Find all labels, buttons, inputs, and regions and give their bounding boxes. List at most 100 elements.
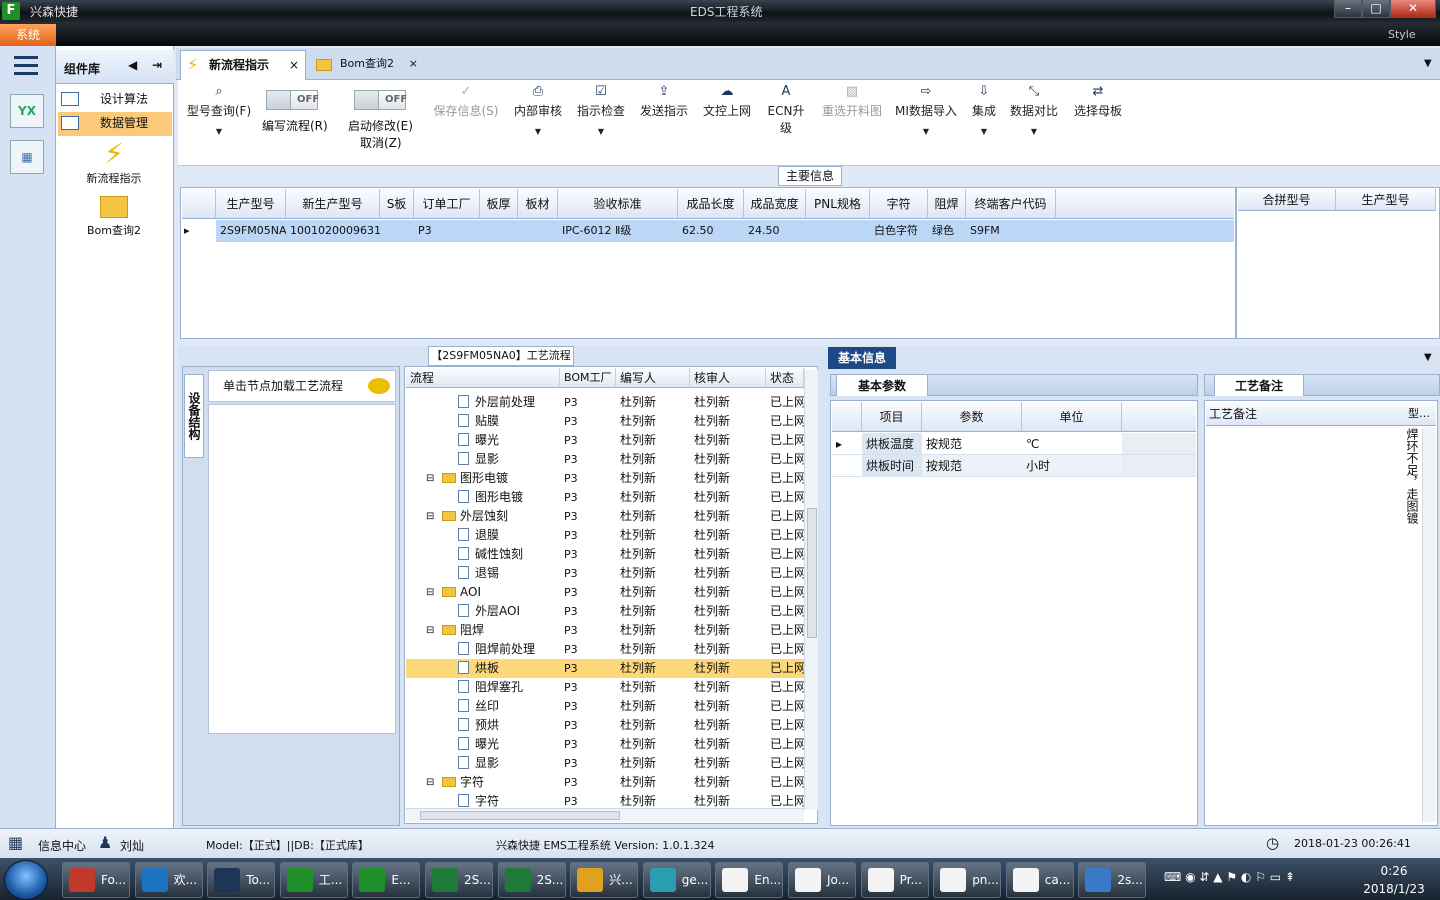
scroll-thumb[interactable] bbox=[807, 508, 817, 638]
flow-cell-bom-factory[interactable]: P3 bbox=[564, 526, 614, 545]
flow-tree-row[interactable]: 曝光 P3 杜列新 杜列新 已上网 bbox=[406, 735, 804, 754]
column-header[interactable]: 生产型号 bbox=[216, 189, 286, 219]
collapse-node-icon[interactable]: ⊟ bbox=[426, 621, 434, 640]
flow-tree-row[interactable]: 贴膜 P3 杜列新 杜列新 已上网 bbox=[406, 412, 804, 431]
flow-step-name[interactable]: 贴膜 bbox=[458, 412, 499, 431]
flow-cell-status[interactable]: 已上网 bbox=[770, 583, 804, 602]
column-header[interactable]: 板材 bbox=[518, 189, 558, 219]
flow-tree-row[interactable]: 外层蚀刻 ⊟ P3 杜列新 杜列新 已上网 bbox=[406, 507, 804, 526]
new-flow-shortcut[interactable]: ⚡ 新流程指示 bbox=[86, 138, 142, 186]
column-header[interactable]: 生产型号 bbox=[1336, 189, 1436, 211]
close-tab-icon[interactable]: × bbox=[289, 51, 299, 79]
send-instruction-button[interactable]: ⇪ 发送指示 bbox=[636, 84, 692, 144]
flow-step-name[interactable]: 阻焊 bbox=[442, 621, 484, 640]
flow-cell-writer[interactable]: 杜列新 bbox=[620, 583, 690, 602]
flow-cell-writer[interactable]: 杜列新 bbox=[620, 564, 690, 583]
column-header[interactable]: 编写人 bbox=[616, 368, 690, 388]
flow-step-name[interactable]: 丝印 bbox=[458, 697, 499, 716]
instruction-check-button[interactable]: ☑ 指示检查 ▼ bbox=[574, 84, 628, 144]
flow-cell-bom-factory[interactable]: P3 bbox=[564, 450, 614, 469]
flow-cell-reviewer[interactable]: 杜列新 bbox=[694, 697, 766, 716]
start-button[interactable] bbox=[4, 860, 48, 900]
flow-tree-row[interactable]: 显影 P3 杜列新 杜列新 已上网 bbox=[406, 450, 804, 469]
flow-cell-status[interactable]: 已上网 bbox=[770, 678, 804, 697]
taskbar-app-button[interactable]: 2s... bbox=[1078, 862, 1147, 898]
flow-cell-reviewer[interactable]: 杜列新 bbox=[694, 602, 766, 621]
flow-cell-bom-factory[interactable]: P3 bbox=[564, 602, 614, 621]
doc-control-online-button[interactable]: ☁ 文控上网 bbox=[700, 84, 754, 144]
flow-cell-bom-factory[interactable]: P3 bbox=[564, 431, 614, 450]
reselect-cut-drawing-button[interactable]: ▨ 重选开料图 bbox=[818, 84, 886, 144]
flow-cell-bom-factory[interactable]: P3 bbox=[564, 621, 614, 640]
flow-cell-writer[interactable]: 杜列新 bbox=[620, 393, 690, 412]
flow-cell-status[interactable]: 已上网 bbox=[770, 469, 804, 488]
flow-cell-bom-factory[interactable]: P3 bbox=[564, 469, 614, 488]
flow-cell-reviewer[interactable]: 杜列新 bbox=[694, 545, 766, 564]
column-header[interactable]: BOM工厂 bbox=[560, 368, 616, 388]
hamburger-menu-icon[interactable] bbox=[14, 56, 38, 76]
flow-tree-row[interactable]: AOI ⊟ P3 杜列新 杜列新 已上网 bbox=[406, 583, 804, 602]
flow-cell-status[interactable]: 已上网 bbox=[770, 488, 804, 507]
flow-step-name[interactable]: 图形电镀 bbox=[442, 469, 508, 488]
maximize-button[interactable]: □ bbox=[1362, 0, 1390, 18]
column-header[interactable]: 成品宽度 bbox=[744, 189, 806, 219]
write-flow-toggle[interactable]: OFF bbox=[266, 90, 319, 110]
flow-cell-reviewer[interactable]: 杜列新 bbox=[694, 773, 766, 792]
cell-customer-code[interactable]: S9FM bbox=[966, 220, 1056, 242]
flow-cell-bom-factory[interactable]: P3 bbox=[564, 583, 614, 602]
close-button[interactable]: ✕ bbox=[1390, 0, 1436, 18]
param-value[interactable]: 按规范 bbox=[922, 433, 1022, 455]
flow-step-name[interactable]: 外层蚀刻 bbox=[442, 507, 508, 526]
column-header[interactable]: 参数 bbox=[922, 402, 1022, 432]
flow-cell-reviewer[interactable]: 杜列新 bbox=[694, 716, 766, 735]
flow-tree-row[interactable]: 烘板 P3 杜列新 杜列新 已上网 bbox=[406, 659, 804, 678]
flow-cell-writer[interactable]: 杜列新 bbox=[620, 773, 690, 792]
flow-cell-reviewer[interactable]: 杜列新 bbox=[694, 564, 766, 583]
row-selector[interactable] bbox=[832, 455, 862, 477]
sidebar-item-design-algorithm[interactable]: 设计算法 bbox=[58, 88, 172, 112]
column-header[interactable]: 合拼型号 bbox=[1238, 189, 1336, 211]
flow-tree-row[interactable]: 退锡 P3 杜列新 杜列新 已上网 bbox=[406, 564, 804, 583]
flow-cell-status[interactable]: 已上网 bbox=[770, 735, 804, 754]
flow-tree-row[interactable]: 外层AOI P3 杜列新 杜列新 已上网 bbox=[406, 602, 804, 621]
flow-cell-bom-factory[interactable]: P3 bbox=[564, 488, 614, 507]
taskbar-app-button[interactable]: To... bbox=[207, 862, 276, 898]
style-menu[interactable]: Style bbox=[1388, 28, 1416, 41]
flow-cell-writer[interactable]: 杜列新 bbox=[620, 735, 690, 754]
flow-cell-writer[interactable]: 杜列新 bbox=[620, 678, 690, 697]
taskbar-app-button[interactable]: 兴... bbox=[570, 862, 639, 898]
flow-tree-row[interactable]: 阻焊前处理 P3 杜列新 杜列新 已上网 bbox=[406, 640, 804, 659]
basic-params-tab[interactable]: 基本参数 bbox=[836, 374, 928, 396]
cell-factory[interactable]: P3 bbox=[414, 220, 480, 242]
flow-cell-bom-factory[interactable]: P3 bbox=[564, 564, 614, 583]
taskbar-app-button[interactable]: 欢... bbox=[134, 862, 203, 898]
flow-cell-status[interactable]: 已上网 bbox=[770, 621, 804, 640]
taskbar-clock[interactable]: 0:26 2018/1/23 bbox=[1352, 862, 1436, 898]
column-header[interactable]: 项目 bbox=[862, 402, 922, 432]
taskbar-app-button[interactable]: En... bbox=[715, 862, 784, 898]
integrate-button[interactable]: ⇩ 集成 ▼ bbox=[966, 84, 1002, 144]
flow-cell-bom-factory[interactable]: P3 bbox=[564, 393, 614, 412]
taskbar-app-button[interactable]: 2S... bbox=[425, 862, 493, 898]
flow-cell-writer[interactable]: 杜列新 bbox=[620, 507, 690, 526]
flow-tree-row[interactable]: 字符 ⊟ P3 杜列新 杜列新 已上网 bbox=[406, 773, 804, 792]
column-header[interactable]: 状态 bbox=[766, 368, 804, 388]
flow-cell-bom-factory[interactable]: P3 bbox=[564, 659, 614, 678]
flow-tree-row[interactable]: 阻焊塞孔 P3 杜列新 杜列新 已上网 bbox=[406, 678, 804, 697]
flow-cell-bom-factory[interactable]: P3 bbox=[564, 545, 614, 564]
flow-step-name[interactable]: 阻焊前处理 bbox=[458, 640, 535, 659]
taskbar-app-button[interactable]: 2S... bbox=[497, 862, 566, 898]
device-tree-list[interactable] bbox=[208, 404, 396, 734]
column-header[interactable]: 板厚 bbox=[480, 189, 518, 219]
flow-cell-writer[interactable]: 杜列新 bbox=[620, 450, 690, 469]
flow-cell-bom-factory[interactable]: P3 bbox=[564, 754, 614, 773]
column-header[interactable]: 订单工厂 bbox=[414, 189, 480, 219]
flow-step-name[interactable]: 字符 bbox=[442, 773, 484, 792]
flow-cell-reviewer[interactable]: 杜列新 bbox=[694, 507, 766, 526]
collapse-node-icon[interactable]: ⊟ bbox=[426, 507, 434, 526]
collapse-node-icon[interactable]: ⊟ bbox=[426, 583, 434, 602]
param-unit[interactable]: 小时 bbox=[1022, 455, 1122, 477]
flow-cell-status[interactable]: 已上网 bbox=[770, 412, 804, 431]
sidebar-item-data-management[interactable]: 数据管理 bbox=[58, 112, 172, 136]
flow-cell-status[interactable]: 已上网 bbox=[770, 545, 804, 564]
